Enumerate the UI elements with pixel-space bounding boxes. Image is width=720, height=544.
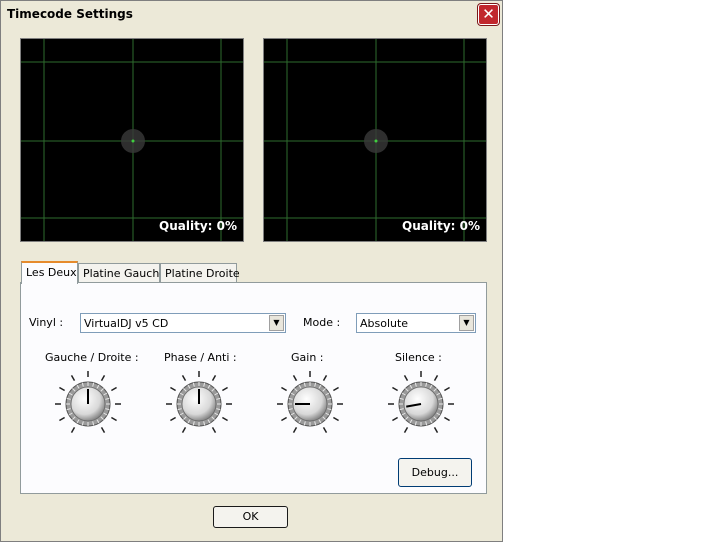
knob-tick xyxy=(211,427,217,433)
knob-tick xyxy=(281,416,287,422)
mode-label: Mode : xyxy=(303,316,341,329)
chevron-down-icon[interactable]: ▼ xyxy=(459,315,474,331)
knob-tick xyxy=(444,386,450,392)
knob-tick xyxy=(392,416,398,422)
tab-panel-les-deux: Vinyl : VirtualDJ v5 CD ▼ Mode : Absolut… xyxy=(20,282,487,494)
knob-gauche-droite[interactable] xyxy=(53,369,123,439)
knob-tick xyxy=(403,427,409,433)
knob-tick xyxy=(59,386,65,392)
knob-phase-anti[interactable] xyxy=(164,369,234,439)
vinyl-select[interactable]: VirtualDJ v5 CD ▼ xyxy=(80,313,286,333)
vinyl-selected-value: VirtualDJ v5 CD xyxy=(84,317,169,330)
scope-left-grid xyxy=(21,39,243,241)
window-title: Timecode Settings xyxy=(7,7,133,21)
quality-readout-left: Quality: 0% xyxy=(159,219,237,233)
knob-label-phase-anti: Phase / Anti : xyxy=(164,351,237,364)
knob-tick xyxy=(292,375,298,381)
ok-button[interactable]: OK xyxy=(213,506,288,528)
knob-tick xyxy=(70,375,76,381)
knob-label-silence: Silence : xyxy=(395,351,442,364)
knob-tick xyxy=(333,416,339,422)
tab-platine-gauche[interactable]: Platine Gauche xyxy=(78,263,166,282)
knob-tick xyxy=(322,427,328,433)
knob-tick xyxy=(403,375,409,381)
tab-platine-droite[interactable]: Platine Droite xyxy=(160,263,240,282)
knob-tick xyxy=(170,416,176,422)
close-icon: ✕ xyxy=(482,5,495,23)
knob-tick xyxy=(433,427,439,433)
tab-les-deux[interactable]: Les Deux xyxy=(21,261,78,284)
knob-tick xyxy=(444,416,450,422)
mode-selected-value: Absolute xyxy=(360,317,409,330)
scope-right: Quality: 0% xyxy=(263,38,487,242)
knob-tick xyxy=(281,386,287,392)
knob-tick xyxy=(59,416,65,422)
knob-tick xyxy=(181,427,187,433)
scope-left: Quality: 0% xyxy=(20,38,244,242)
knob-tick xyxy=(111,386,117,392)
title-bar[interactable]: Timecode Settings ✕ xyxy=(1,1,502,28)
knob-tick xyxy=(170,386,176,392)
knob-label-gain: Gain : xyxy=(291,351,324,364)
debug-button[interactable]: Debug... xyxy=(398,458,472,487)
knob-label-gauche-droite: Gauche / Droite : xyxy=(45,351,139,364)
knob-tick xyxy=(433,375,439,381)
knob-tick xyxy=(100,375,106,381)
tab-label: Platine Droite xyxy=(165,267,240,280)
vinyl-label: Vinyl : xyxy=(29,316,64,329)
knob-tick xyxy=(333,386,339,392)
knob-tick xyxy=(100,427,106,433)
tab-label: Platine Gauche xyxy=(83,267,167,280)
tab-label: Les Deux xyxy=(26,266,77,279)
knob-tick xyxy=(111,416,117,422)
close-button[interactable]: ✕ xyxy=(478,4,499,25)
knob-tick xyxy=(222,386,228,392)
mode-select[interactable]: Absolute ▼ xyxy=(356,313,476,333)
knob-tick xyxy=(292,427,298,433)
scope-right-grid xyxy=(264,39,486,241)
knob-silence[interactable] xyxy=(386,369,456,439)
chevron-down-icon[interactable]: ▼ xyxy=(269,315,284,331)
knob-tick xyxy=(181,375,187,381)
knob-tick xyxy=(70,427,76,433)
knob-gain[interactable] xyxy=(275,369,345,439)
knob-tick xyxy=(392,386,398,392)
knob-tick xyxy=(222,416,228,422)
timecode-settings-dialog: Timecode Settings ✕ Quality: 0% Quality:… xyxy=(0,0,503,542)
knob-tick xyxy=(211,375,217,381)
knob-tick xyxy=(322,375,328,381)
quality-readout-right: Quality: 0% xyxy=(402,219,480,233)
